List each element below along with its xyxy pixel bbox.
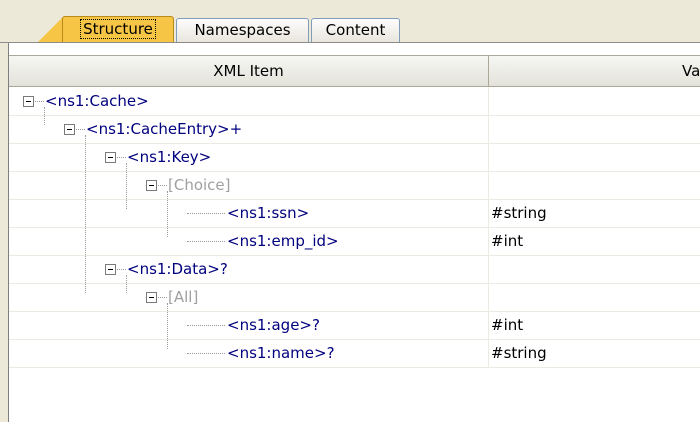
value-cell[interactable] (491, 283, 700, 311)
tree-guide-line (187, 213, 225, 214)
tree-guide-line (35, 101, 44, 102)
collapse-icon[interactable] (64, 124, 75, 135)
collapse-icon[interactable] (23, 96, 34, 107)
collapse-icon[interactable] (146, 292, 157, 303)
xml-item-label: <ns1:name>? (227, 344, 335, 362)
collapse-icon[interactable] (105, 264, 116, 275)
value-cell[interactable] (491, 255, 700, 283)
value-cell[interactable]: #int (491, 227, 700, 255)
tree-guide-line (117, 157, 126, 158)
tab-content[interactable]: Content (311, 18, 400, 42)
structure-panel: XML Item Val <ns1:Cache> (8, 43, 700, 422)
xml-item-cell: <ns1:emp_id> (9, 227, 489, 255)
tree-guide-line (187, 353, 225, 354)
xml-item-cell: [All] (9, 283, 489, 311)
tab-namespaces-label: Namespaces (194, 21, 291, 39)
value-cell[interactable]: #int (491, 311, 700, 339)
xml-item-cell: <ns1:age>? (9, 311, 489, 339)
tab-content-label: Content (325, 21, 386, 39)
tab-structure-label: Structure (80, 19, 156, 39)
tree-row[interactable]: <ns1:Cache> (9, 87, 700, 116)
tree-row[interactable]: <ns1:Key> (9, 143, 700, 172)
tree-guide-line (76, 129, 85, 130)
tree-guide-line (187, 325, 225, 326)
value-cell[interactable] (491, 115, 700, 143)
xml-item-label: <ns1:CacheEntry>+ (86, 120, 243, 138)
collapse-icon[interactable] (105, 152, 116, 163)
value-cell[interactable] (491, 171, 700, 199)
xml-item-label: <ns1:Cache> (45, 92, 149, 110)
tab-strip: Structure Namespaces Content (0, 0, 700, 44)
xml-item-cell: <ns1:Data>? (9, 255, 489, 283)
tab-structure[interactable]: Structure (62, 16, 174, 43)
xml-item-label: <ns1:emp_id> (227, 232, 339, 250)
xml-item-label: <ns1:Key> (127, 148, 212, 166)
tree-guide-line (158, 297, 167, 298)
tab-namespaces[interactable]: Namespaces (176, 18, 309, 42)
xml-item-label: <ns1:Data>? (127, 260, 228, 278)
xml-item-cell: <ns1:name>? (9, 339, 489, 367)
xml-group-label: [Choice] (168, 176, 231, 194)
xml-item-label: <ns1:age>? (227, 316, 320, 334)
tree-row[interactable]: [All] (9, 283, 700, 312)
tree-row[interactable]: <ns1:CacheEntry>+ (9, 115, 700, 144)
xml-structure-editor: Structure Namespaces Content XML Item Va… (0, 0, 700, 422)
value-cell[interactable]: #string (491, 199, 700, 227)
tree-row[interactable]: [Choice] (9, 171, 700, 200)
value-cell[interactable]: #string (491, 339, 700, 367)
xml-item-cell: <ns1:ssn> (9, 199, 489, 227)
tree-row[interactable]: <ns1:ssn> #string (9, 199, 700, 228)
tree-row[interactable]: <ns1:Data>? (9, 255, 700, 284)
column-header-value-label: Val (682, 62, 700, 80)
collapse-icon[interactable] (146, 180, 157, 191)
xml-item-cell: [Choice] (9, 171, 489, 199)
tree-row[interactable]: <ns1:age>? #int (9, 311, 700, 340)
tree-guide-line (117, 269, 126, 270)
xml-item-cell: <ns1:Key> (9, 143, 489, 171)
xml-item-cell: <ns1:CacheEntry>+ (9, 115, 489, 143)
tree-row[interactable]: <ns1:emp_id> #int (9, 227, 700, 256)
xml-item-label: <ns1:ssn> (227, 204, 310, 222)
column-header-xml-item[interactable]: XML Item (9, 56, 489, 86)
column-header-value[interactable]: Val (489, 56, 700, 86)
value-cell[interactable] (491, 143, 700, 171)
value-cell[interactable] (491, 87, 700, 115)
table-header: XML Item Val (9, 55, 700, 87)
xml-group-label: [All] (168, 288, 199, 306)
tree-guide-line (187, 241, 225, 242)
tree-row[interactable]: <ns1:name>? #string (9, 339, 700, 368)
tree-guide-line (158, 185, 167, 186)
xml-item-cell: <ns1:Cache> (9, 87, 489, 115)
